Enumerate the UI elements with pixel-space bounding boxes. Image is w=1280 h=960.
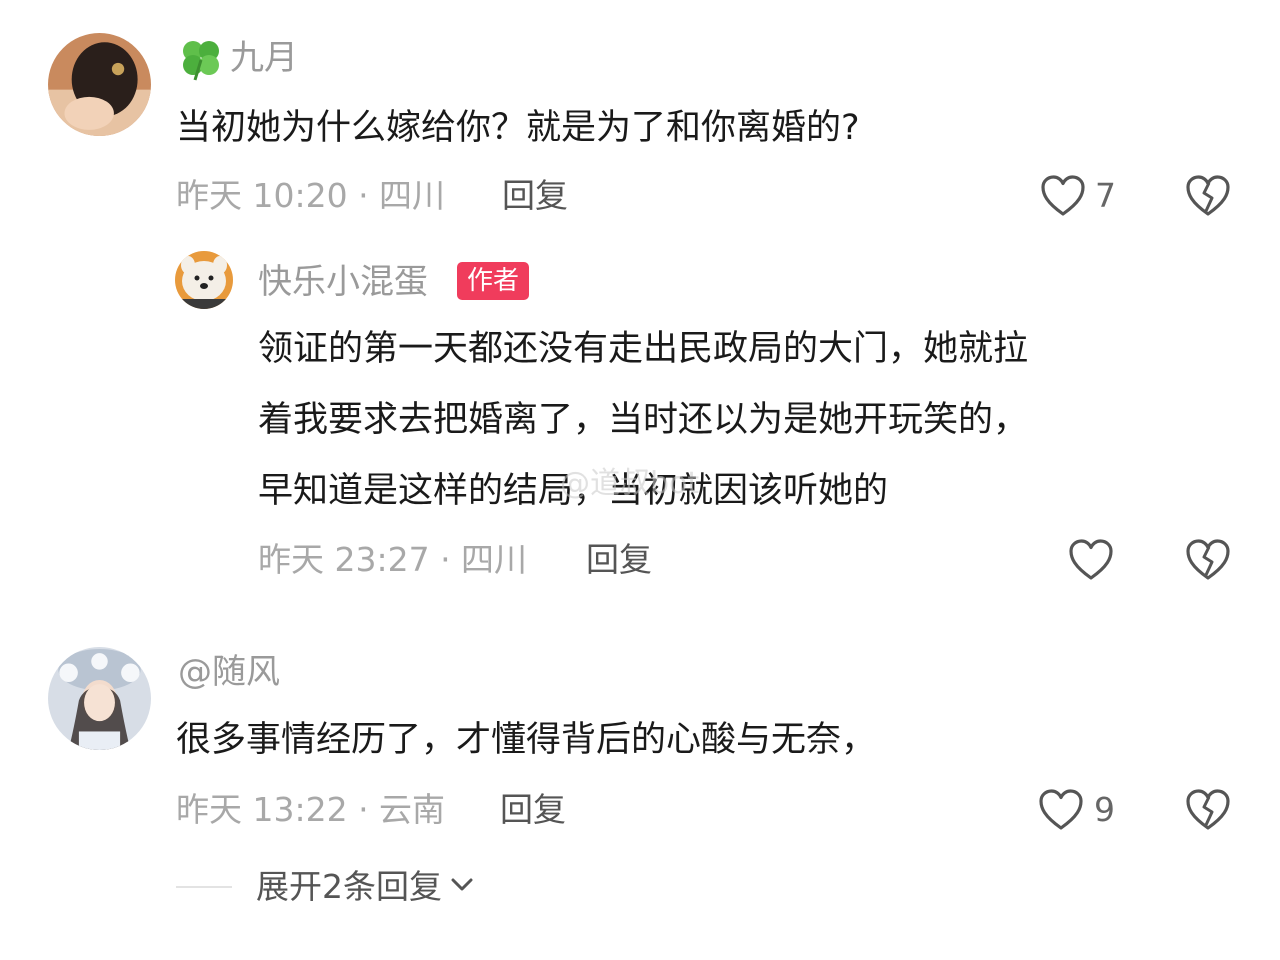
comment-text: 当初她为什么嫁给你？就是为了和你离婚的?: [176, 108, 860, 148]
avatar[interactable]: [48, 33, 151, 136]
reply-button[interactable]: 回复: [500, 790, 566, 830]
reply-button[interactable]: 回复: [502, 176, 568, 216]
comment-thread: 九月 当初她为什么嫁给你？就是为了和你离婚的? 昨天 10:20 · 四川 回复…: [0, 0, 1280, 960]
dislike-broken-heart-icon[interactable]: [1185, 538, 1231, 582]
reply-username[interactable]: 快乐小混蛋: [258, 262, 428, 302]
watermark: @道叔bot: [560, 466, 700, 501]
reply-button[interactable]: 回复: [586, 540, 652, 580]
comment-text: 很多事情经历了，才懂得背后的心酸与无奈，: [176, 720, 877, 760]
expand-divider: [176, 886, 232, 888]
avatar[interactable]: [48, 647, 151, 750]
reply-text-line: 着我要求去把婚离了，当时还以为是她开玩笑的，: [258, 400, 1029, 440]
like-count: 9: [1094, 790, 1115, 829]
like-heart-icon[interactable]: [1038, 788, 1084, 832]
like-count: 7: [1095, 176, 1116, 215]
avatar[interactable]: [175, 251, 233, 309]
reply-text-line: 领证的第一天都还没有走出民政局的大门，她就拉: [258, 329, 1029, 369]
dislike-broken-heart-icon[interactable]: [1185, 174, 1231, 218]
comment-meta: 昨天 10:20 · 四川: [176, 176, 446, 215]
four-leaf-clover-icon: [178, 36, 226, 82]
like-heart-icon[interactable]: [1068, 538, 1114, 582]
comment-username[interactable]: @随风: [178, 652, 280, 692]
author-badge: 作者: [457, 262, 530, 300]
chevron-down-icon: [450, 877, 474, 897]
dislike-broken-heart-icon[interactable]: [1185, 788, 1231, 832]
reply-meta: 昨天 23:27 · 四川: [258, 540, 528, 579]
comment-meta: 昨天 13:22 · 云南: [176, 790, 446, 829]
expand-replies-button[interactable]: 展开2条回复: [256, 867, 474, 907]
comment-username[interactable]: 九月: [230, 38, 298, 78]
like-heart-icon[interactable]: [1040, 174, 1086, 218]
author-badge-label: 作者: [457, 262, 530, 300]
expand-replies-label: 展开2条回复: [256, 867, 442, 906]
